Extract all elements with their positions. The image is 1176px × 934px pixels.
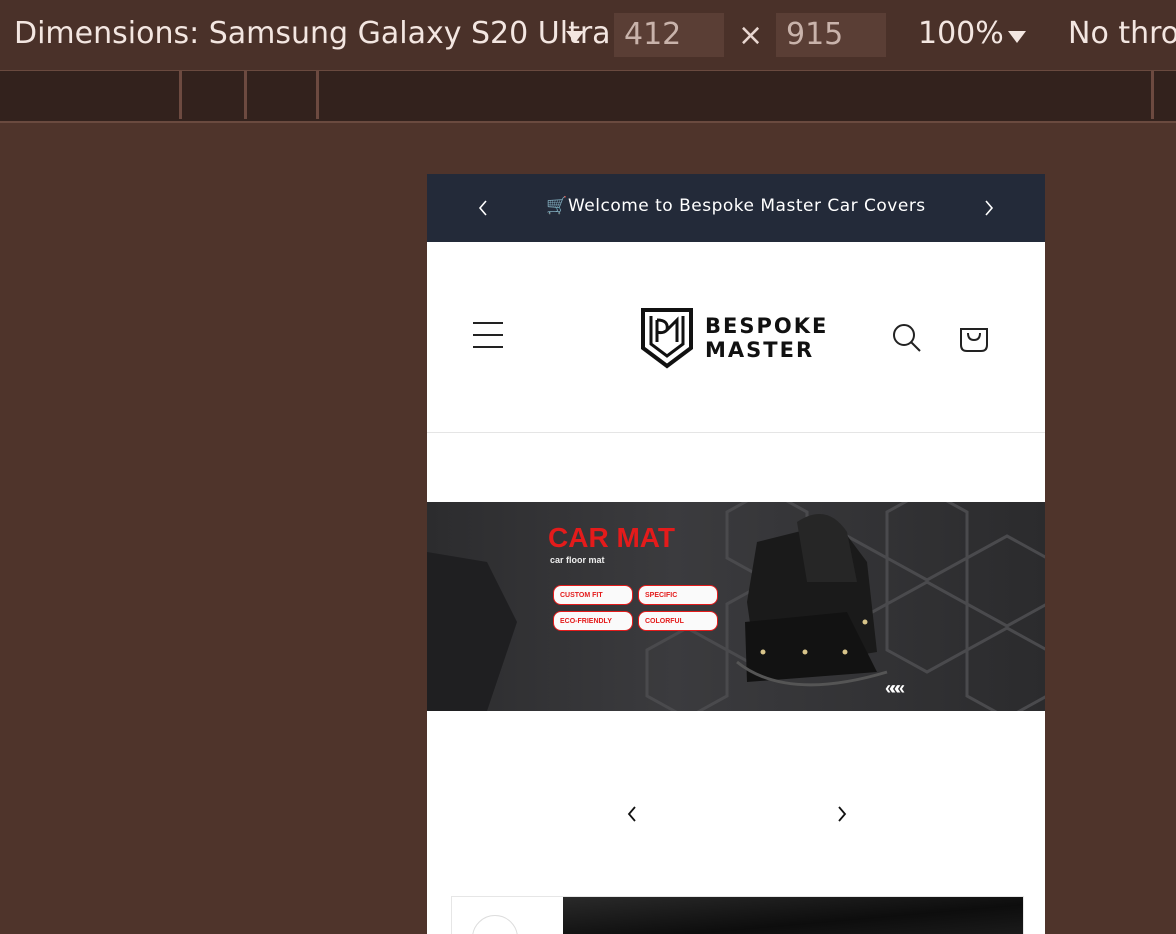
hexagon-background-pattern: [427, 502, 1045, 711]
logo-shield-icon: [641, 308, 693, 369]
zoom-icon[interactable]: [472, 915, 518, 934]
announcement-text: 🛒Welcome to Bespoke Master Car Covers: [546, 196, 926, 216]
banner-subheadline: car floor mat: [550, 555, 605, 565]
banner-arrows: «««: [885, 678, 905, 698]
banner-chip: SPECIFIC: [638, 585, 718, 605]
banner-headline: CAR MAT: [548, 522, 676, 553]
product-image: [563, 897, 1023, 934]
banner-chip: CUSTOM FIT: [553, 585, 633, 605]
device-toolbar: Dimensions: Samsung Galaxy S20 Ultra 412…: [0, 0, 1176, 71]
dropdown-caret-icon[interactable]: [566, 31, 584, 43]
logo-line-2: MASTER: [705, 338, 815, 362]
brand-logo[interactable]: BESPOKE MASTER: [639, 306, 839, 370]
logo-line-1: BESPOKE: [705, 314, 829, 338]
announcement-bar: 🛒Welcome to Bespoke Master Car Covers: [427, 174, 1045, 242]
width-input[interactable]: 412: [614, 13, 724, 57]
throttle-select[interactable]: No thro: [1068, 16, 1176, 51]
hamburger-menu-icon[interactable]: [473, 322, 503, 352]
product-card[interactable]: [451, 896, 1024, 934]
chevron-right-icon[interactable]: [835, 804, 849, 824]
chevron-left-icon[interactable]: [625, 804, 639, 824]
banner-chip: ECO-FRIENDLY: [553, 611, 633, 631]
media-query-marker[interactable]: [179, 71, 182, 119]
media-query-bar: [0, 71, 1176, 123]
hero-banner[interactable]: CAR MAT car floor mat CUSTOM FIT SPECIFI…: [427, 502, 1045, 711]
height-input[interactable]: 915: [776, 13, 886, 57]
zoom-select[interactable]: 100%: [918, 16, 1004, 51]
zoom-caret-icon[interactable]: [1008, 31, 1026, 43]
cart-bag-icon[interactable]: [958, 321, 990, 353]
site-header: BESPOKE MASTER: [427, 242, 1045, 433]
logo-wordmark: BESPOKE MASTER: [705, 314, 828, 362]
device-viewport: 🛒Welcome to Bespoke Master Car Covers BE…: [427, 174, 1045, 934]
media-query-marker[interactable]: [316, 71, 319, 119]
media-query-marker[interactable]: [244, 71, 247, 119]
media-query-marker[interactable]: [1151, 71, 1154, 119]
times-separator: ×: [738, 18, 764, 53]
device-dimensions-select[interactable]: Dimensions: Samsung Galaxy S20 Ultra: [14, 16, 611, 51]
banner-chip: COLORFUL: [638, 611, 718, 631]
search-icon[interactable]: [891, 322, 923, 354]
chevron-right-icon[interactable]: [983, 198, 995, 218]
